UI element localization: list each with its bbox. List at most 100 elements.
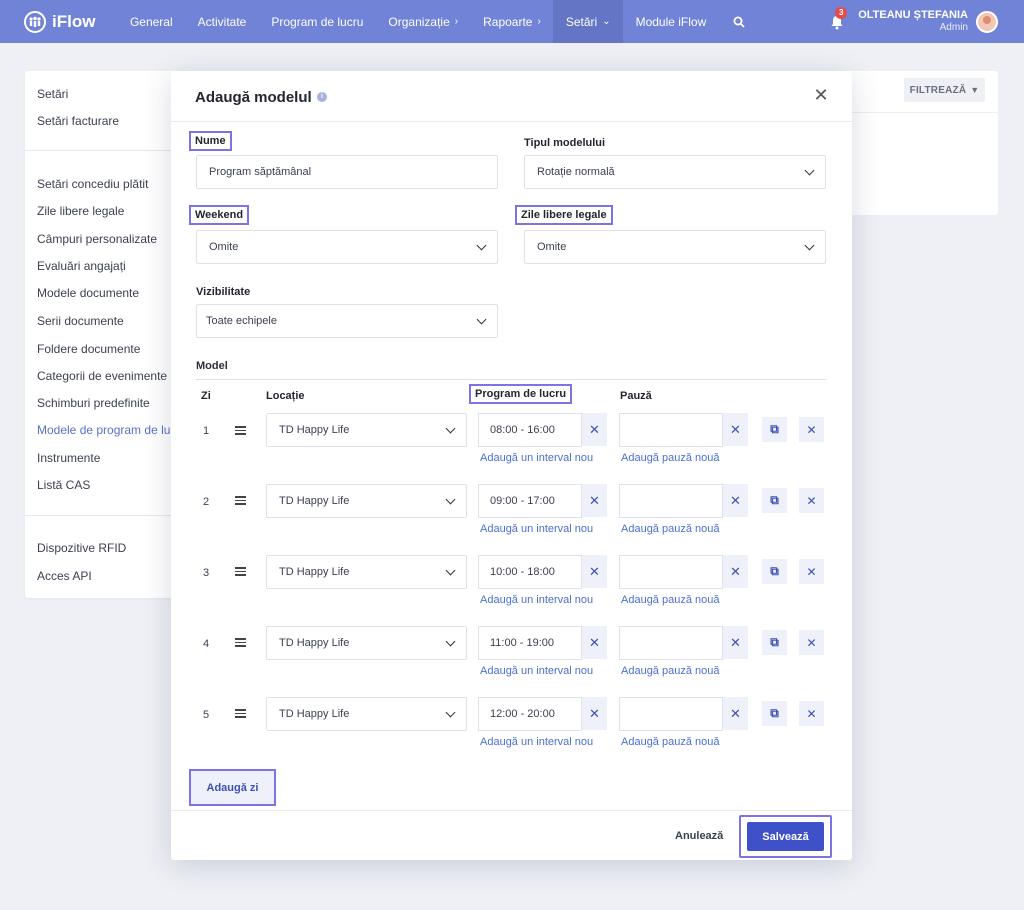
copy-icon[interactable]: ⧉ bbox=[762, 417, 787, 442]
avatar[interactable] bbox=[976, 10, 998, 33]
chevron-right-icon: › bbox=[454, 16, 459, 27]
sidebar-item-foldere[interactable]: Foldere documente bbox=[37, 342, 140, 356]
sidebar-item-setari[interactable]: Setări bbox=[37, 87, 68, 101]
interval-input[interactable]: 12:00 - 20:00 bbox=[478, 697, 582, 731]
nav-organizatie[interactable]: Organizație › bbox=[376, 0, 471, 43]
app-logo[interactable]: iFlow bbox=[24, 10, 95, 33]
nav-setari[interactable]: Setări ⌄ bbox=[553, 0, 624, 43]
interval-input[interactable]: 11:00 - 19:00 bbox=[478, 626, 582, 660]
add-interval-link[interactable]: Adaugă un interval nou bbox=[480, 452, 593, 464]
sidebar-item-lista-cas[interactable]: Listă CAS bbox=[37, 478, 90, 492]
drag-handle-icon[interactable] bbox=[235, 638, 246, 647]
interval-input[interactable]: 10:00 - 18:00 bbox=[478, 555, 582, 589]
remove-day-button[interactable]: ✕ bbox=[799, 559, 824, 584]
pause-input[interactable] bbox=[619, 626, 723, 660]
add-interval-link[interactable]: Adaugă un interval nou bbox=[480, 665, 593, 677]
remove-day-button[interactable]: ✕ bbox=[799, 630, 824, 655]
model-type-value: Rotație normală bbox=[537, 166, 615, 178]
close-icon[interactable]: ✕ bbox=[812, 86, 830, 104]
notifications-bell-icon[interactable]: 3 bbox=[830, 6, 848, 30]
remove-pause-button[interactable]: ✕ bbox=[723, 413, 748, 446]
sidebar-item-schimburi[interactable]: Schimburi predefinite bbox=[37, 396, 150, 410]
remove-day-button[interactable]: ✕ bbox=[799, 417, 824, 442]
cancel-button[interactable]: Anulează bbox=[675, 830, 723, 842]
location-select[interactable]: TD Happy Life bbox=[266, 413, 467, 447]
add-pause-link[interactable]: Adaugă pauză nouă bbox=[621, 665, 719, 677]
add-pause-link[interactable]: Adaugă pauză nouă bbox=[621, 523, 719, 535]
pause-input[interactable] bbox=[619, 555, 723, 589]
user-menu[interactable]: OLTEANU ȘTEFANIA Admin bbox=[858, 10, 968, 33]
sidebar-item-acces-api[interactable]: Acces API bbox=[37, 569, 92, 583]
nav-rapoarte[interactable]: Rapoarte › bbox=[471, 0, 554, 43]
interval-input[interactable]: 08:00 - 16:00 bbox=[478, 413, 582, 447]
location-value: TD Happy Life bbox=[279, 495, 350, 507]
chevron-down-icon bbox=[445, 565, 456, 576]
sidebar-item-setari-facturare[interactable]: Setări facturare bbox=[37, 114, 119, 128]
remove-interval-button[interactable]: ✕ bbox=[582, 697, 607, 730]
location-select[interactable]: TD Happy Life bbox=[266, 555, 467, 589]
sidebar-item-modele-program[interactable]: Modele de program de lu bbox=[37, 423, 170, 437]
sidebar-item-rfid[interactable]: Dispozitive RFID bbox=[37, 541, 126, 555]
remove-interval-button[interactable]: ✕ bbox=[582, 484, 607, 517]
remove-day-button[interactable]: ✕ bbox=[799, 488, 824, 513]
filter-button[interactable]: FILTREAZĂ ▼ bbox=[904, 78, 985, 102]
location-select[interactable]: TD Happy Life bbox=[266, 697, 467, 731]
add-interval-link[interactable]: Adaugă un interval nou bbox=[480, 736, 593, 748]
name-input[interactable]: Program săptămânal bbox=[196, 155, 498, 189]
add-day-button[interactable]: Adaugă zi bbox=[189, 769, 276, 806]
location-value: TD Happy Life bbox=[279, 566, 350, 578]
sidebar-item-campuri[interactable]: Câmpuri personalizate bbox=[37, 232, 157, 246]
drag-handle-icon[interactable] bbox=[235, 496, 246, 505]
add-pause-link[interactable]: Adaugă pauză nouă bbox=[621, 736, 719, 748]
drag-handle-icon[interactable] bbox=[235, 709, 246, 718]
sidebar-item-evaluari[interactable]: Evaluări angajați bbox=[37, 259, 126, 273]
add-interval-link[interactable]: Adaugă un interval nou bbox=[480, 523, 593, 535]
add-pause-link[interactable]: Adaugă pauză nouă bbox=[621, 452, 719, 464]
sidebar-item-zile-libere[interactable]: Zile libere legale bbox=[37, 204, 124, 218]
remove-pause-button[interactable]: ✕ bbox=[723, 555, 748, 588]
drag-handle-icon[interactable] bbox=[235, 567, 246, 576]
remove-pause-button[interactable]: ✕ bbox=[723, 626, 748, 659]
remove-day-button[interactable]: ✕ bbox=[799, 701, 824, 726]
remove-interval-button[interactable]: ✕ bbox=[582, 555, 607, 588]
interval-input[interactable]: 09:00 - 17:00 bbox=[478, 484, 582, 518]
holidays-select[interactable]: Omite bbox=[524, 230, 826, 264]
nav-label: Organizație bbox=[388, 14, 450, 29]
sidebar-item-serii-documente[interactable]: Serii documente bbox=[37, 314, 124, 328]
pause-input[interactable] bbox=[619, 413, 723, 447]
sidebar-item-instrumente[interactable]: Instrumente bbox=[37, 451, 100, 465]
add-interval-link[interactable]: Adaugă un interval nou bbox=[480, 594, 593, 606]
save-button[interactable]: Salvează bbox=[747, 822, 824, 851]
location-select[interactable]: TD Happy Life bbox=[266, 626, 467, 660]
weekend-select[interactable]: Omite bbox=[196, 230, 498, 264]
column-header-pause: Pauză bbox=[620, 390, 652, 402]
add-pause-link[interactable]: Adaugă pauză nouă bbox=[621, 594, 719, 606]
visibility-select[interactable]: Toate echipele bbox=[196, 304, 498, 338]
sidebar-item-concediu[interactable]: Setări concediu plătit bbox=[37, 177, 148, 191]
drag-handle-icon[interactable] bbox=[235, 426, 246, 435]
remove-interval-button[interactable]: ✕ bbox=[582, 413, 607, 446]
remove-pause-button[interactable]: ✕ bbox=[723, 697, 748, 730]
pause-input[interactable] bbox=[619, 697, 723, 731]
nav-general[interactable]: General bbox=[117, 0, 185, 43]
remove-interval-button[interactable]: ✕ bbox=[582, 626, 607, 659]
remove-pause-button[interactable]: ✕ bbox=[723, 484, 748, 517]
copy-icon[interactable]: ⧉ bbox=[762, 630, 787, 655]
sidebar-item-modele-documente[interactable]: Modele documente bbox=[37, 286, 139, 300]
interval-value: 12:00 - 20:00 bbox=[490, 708, 555, 720]
user-role: Admin bbox=[939, 22, 968, 33]
copy-icon[interactable]: ⧉ bbox=[762, 701, 787, 726]
info-icon[interactable]: i bbox=[317, 92, 327, 102]
nav-label: Activitate bbox=[197, 14, 247, 29]
nav-activitate[interactable]: Activitate bbox=[185, 0, 259, 43]
pause-input[interactable] bbox=[619, 484, 723, 518]
location-select[interactable]: TD Happy Life bbox=[266, 484, 467, 518]
search-icon[interactable] bbox=[723, 0, 755, 43]
nav-program-de-lucru[interactable]: Program de lucru bbox=[259, 0, 376, 43]
model-type-select[interactable]: Rotație normală bbox=[524, 155, 826, 189]
nav-module-iflow[interactable]: Module iFlow bbox=[623, 0, 719, 43]
copy-icon[interactable]: ⧉ bbox=[762, 559, 787, 584]
copy-icon[interactable]: ⧉ bbox=[762, 488, 787, 513]
chevron-right-icon: › bbox=[537, 16, 541, 27]
sidebar-item-categorii[interactable]: Categorii de evenimente bbox=[37, 369, 167, 383]
